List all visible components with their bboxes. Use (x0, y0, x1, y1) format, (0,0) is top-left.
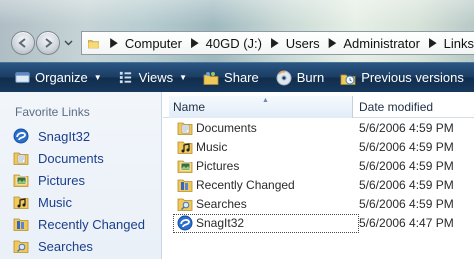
breadcrumb-separator-icon: ▶ (190, 35, 199, 51)
sidebar-item-label: Music (38, 194, 72, 210)
file-name: Documents (196, 121, 257, 135)
searches-folder-icon (13, 240, 29, 253)
sidebar-item-label: Searches (38, 238, 93, 254)
breadcrumb-separator-icon: ▶ (428, 35, 437, 51)
documents-folder-icon (177, 122, 193, 135)
snagit-shortcut-icon (177, 215, 193, 231)
pictures-folder-icon (177, 160, 193, 173)
recent-pages-dropdown[interactable] (64, 38, 73, 47)
views-icon (118, 70, 134, 86)
sidebar-item-music[interactable]: Music (13, 193, 72, 211)
file-date-modified: 5/6/2006 4:59 PM (359, 159, 454, 173)
file-date-modified: 5/6/2006 4:59 PM (359, 197, 454, 211)
share-label: Share (224, 70, 259, 85)
sidebar-item-searches[interactable]: Searches (13, 237, 93, 255)
share-button[interactable]: Share (203, 63, 259, 92)
recently-changed-icon (177, 179, 193, 192)
file-date-modified: 5/6/2006 4:59 PM (359, 140, 454, 154)
share-icon (203, 70, 219, 86)
back-button[interactable] (11, 31, 35, 55)
pictures-folder-icon (13, 174, 29, 187)
breadcrumb-drive[interactable]: 40GD (J:) (206, 36, 262, 51)
file-date-modified: 5/6/2006 4:59 PM (359, 178, 454, 192)
column-header-name[interactable]: ▲ Name (169, 96, 353, 118)
documents-folder-icon (13, 152, 29, 165)
organize-icon (14, 70, 30, 86)
file-row-documents[interactable]: Documents 5/6/2006 4:59 PM (169, 119, 474, 138)
forward-button[interactable] (36, 31, 60, 55)
sidebar-item-recently-changed[interactable]: Recently Changed (13, 215, 145, 233)
file-row-pictures[interactable]: Pictures 5/6/2006 4:59 PM (169, 157, 474, 176)
breadcrumb-separator-icon: ▶ (110, 35, 118, 51)
back-arrow-icon (18, 38, 26, 48)
column-header-date-modified[interactable]: Date modified (353, 96, 474, 118)
sidebar-item-label: SnagIt32 (38, 128, 91, 144)
breadcrumb-separator-icon: ▶ (271, 35, 279, 51)
breadcrumb-users[interactable]: Users (286, 36, 320, 51)
previous-versions-icon (340, 70, 356, 86)
previous-versions-button[interactable]: Previous versions (340, 63, 464, 92)
sidebar-item-label: Recently Changed (38, 216, 145, 232)
sidebar-item-label: Pictures (38, 172, 85, 188)
sidebar-item-documents[interactable]: Documents (13, 149, 104, 167)
sidebar-item-pictures[interactable]: Pictures (13, 171, 85, 189)
file-date-modified: 5/6/2006 4:59 PM (359, 121, 454, 135)
dropdown-caret-icon: ▼ (93, 73, 102, 82)
file-list: ▲ Name Date modified Documents 5/6/2006 … (163, 92, 474, 259)
chevron-down-icon (64, 40, 73, 46)
file-name: Music (196, 140, 228, 154)
music-folder-icon (13, 196, 29, 209)
column-header-row: ▲ Name Date modified (163, 96, 474, 118)
previous-versions-label: Previous versions (361, 70, 464, 85)
address-bar[interactable]: ▶ Computer ▶ 40GD (J:) ▶ Users ▶ Adminis… (81, 31, 474, 55)
breadcrumb-separator-icon: ▶ (328, 35, 337, 51)
burn-button[interactable]: Burn (276, 63, 324, 92)
dropdown-caret-icon: ▼ (179, 73, 188, 82)
favorite-links-heading: Favorite Links (15, 105, 90, 119)
sidebar-item-snagit32[interactable]: SnagIt32 (13, 127, 90, 145)
file-name: Pictures (196, 159, 240, 173)
burn-label: Burn (296, 70, 325, 85)
file-row-recently-changed[interactable]: Recently Changed 5/6/2006 4:59 PM (169, 176, 474, 195)
forward-arrow-icon (45, 38, 53, 48)
file-name: Searches (196, 197, 247, 211)
file-row-snagit32[interactable]: SnagIt32 5/6/2006 4:47 PM (169, 214, 474, 233)
views-label: Views (138, 70, 174, 85)
navigation-pane: Favorite Links SnagIt32 Documents Pictur… (0, 92, 162, 259)
file-date-modified: 5/6/2006 4:47 PM (359, 216, 454, 230)
organize-button[interactable]: Organize ▼ (14, 63, 102, 92)
organize-label: Organize (35, 70, 88, 85)
music-folder-icon (177, 141, 193, 154)
breadcrumb-computer[interactable]: Computer (125, 36, 182, 51)
folder-icon (88, 39, 100, 48)
breadcrumb-administrator[interactable]: Administrator (343, 36, 420, 51)
snagit-icon (13, 128, 29, 144)
file-row-music[interactable]: Music 5/6/2006 4:59 PM (169, 138, 474, 157)
sort-ascending-icon: ▲ (262, 97, 269, 104)
column-header-name-label: Name (173, 100, 206, 114)
searches-folder-icon (177, 198, 193, 211)
recently-changed-icon (13, 218, 29, 231)
command-toolbar: Organize ▼ Views ▼ Share Burn Previous v… (0, 62, 474, 92)
views-button[interactable]: Views ▼ (118, 63, 187, 92)
breadcrumb-links[interactable]: Links (444, 36, 474, 51)
column-header-date-label: Date modified (359, 100, 434, 114)
file-name: Recently Changed (196, 178, 295, 192)
window-titlebar: ▶ Computer ▶ 40GD (J:) ▶ Users ▶ Adminis… (0, 0, 474, 62)
burn-disc-icon (276, 70, 292, 86)
file-name: SnagIt32 (196, 216, 245, 230)
file-row-searches[interactable]: Searches 5/6/2006 4:59 PM (169, 195, 474, 214)
sidebar-item-label: Documents (38, 150, 104, 166)
